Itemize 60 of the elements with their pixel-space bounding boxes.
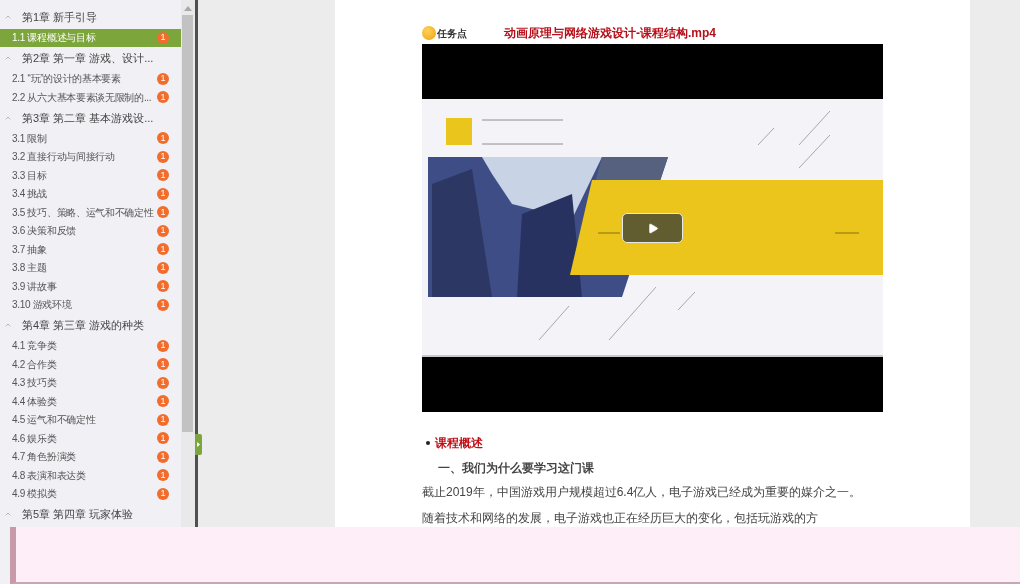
count-badge: 1 [157,169,169,182]
paragraph: 截止2019年，中国游戏用户规模超过6.4亿人，电子游戏已经成为重要的媒介之一。 随着技术和网络的发展，电子游戏也正在经历巨大的变化，包括玩游戏的方 [422,484,862,527]
chapter-header[interactable]: 第5章 第四章 玩家体验 [0,503,181,526]
lesson-item[interactable]: 3.10 游戏环境 1 [0,295,181,314]
count-badge: 1 [157,31,169,44]
count-badge: 1 [157,298,169,311]
scroll-up-icon[interactable] [183,6,192,11]
count-badge: 1 [157,243,169,256]
lesson-item[interactable]: 3.9 讲故事 1 [0,277,181,296]
count-badge: 1 [157,339,169,352]
lesson-item[interactable]: 3.2 直接行动与间接行动 1 [0,147,181,166]
count-badge: 1 [157,132,169,145]
count-badge: 1 [157,150,169,163]
chapter-header[interactable]: 第1章 新手引导 [0,6,181,29]
video-title: 动画原理与网络游戏设计-课程结构.mp4 [504,25,716,42]
lesson-item[interactable]: 4.7 角色扮演类 1 [0,447,181,466]
section-heading: 课程概述 [435,435,483,452]
lesson-item[interactable]: 3.6 决策和反馈 1 [0,221,181,240]
count-badge: 1 [157,224,169,237]
lesson-item[interactable]: 3.4 挑战 1 [0,184,181,203]
lesson-item[interactable]: 4.8 表演和表达类 1 [0,466,181,485]
chapter-header[interactable]: 第4章 第三章 游戏的种类 [0,314,181,337]
lesson-item[interactable]: 4.3 技巧类 1 [0,373,181,392]
count-badge: 1 [157,261,169,274]
count-badge: 1 [157,376,169,389]
chapter-header[interactable]: 第2章 第一章 游戏、设计... [0,47,181,70]
collapse-handle[interactable] [195,434,202,455]
task-label: 任务点 [437,26,467,41]
lesson-item[interactable]: 2.2 从六大基本要素谈无限制的... 1 [0,88,181,107]
count-badge: 1 [157,413,169,426]
count-badge: 1 [157,187,169,200]
count-badge: 1 [157,72,169,85]
bullet-icon [426,441,430,445]
lesson-item[interactable]: 4.6 娱乐类 1 [0,429,181,448]
lesson-item[interactable]: 3.3 目标 1 [0,166,181,185]
count-badge: 1 [157,206,169,219]
count-badge: 1 [157,395,169,408]
count-badge: 1 [157,432,169,445]
count-badge: 1 [157,280,169,293]
lesson-item[interactable]: 4.2 合作类 1 [0,355,181,374]
lesson-item[interactable]: 3.5 技巧、策略、运气和不确定性 1 [0,203,181,222]
count-badge: 1 [157,450,169,463]
play-icon [646,221,659,235]
lesson-item[interactable]: 2.1 “玩”的设计的基本要素 1 [0,69,181,88]
count-badge: 1 [157,469,169,482]
chapter-header[interactable]: 第3章 第二章 基本游戏设... [0,106,181,129]
scrollbar[interactable] [181,0,194,527]
subheading: 一、我们为什么要学习这门课 [438,460,594,476]
lesson-item[interactable]: 4.5 运气和不确定性 1 [0,410,181,429]
play-button[interactable] [622,213,683,243]
lesson-item[interactable]: 4.4 体验类 1 [0,392,181,411]
lesson-item[interactable]: 4.1 竞争类 1 [0,336,181,355]
count-badge: 1 [157,91,169,104]
lesson-item[interactable]: 4.9 模拟类 1 [0,484,181,503]
lesson-item[interactable]: 3.7 抽象 1 [0,240,181,259]
lesson-item[interactable]: 3.1 限制 1 [0,129,181,148]
count-badge: 1 [157,358,169,371]
count-badge: 1 [157,487,169,500]
lesson-item[interactable]: 3.8 主题 1 [0,258,181,277]
scrollbar-thumb[interactable] [182,15,193,432]
